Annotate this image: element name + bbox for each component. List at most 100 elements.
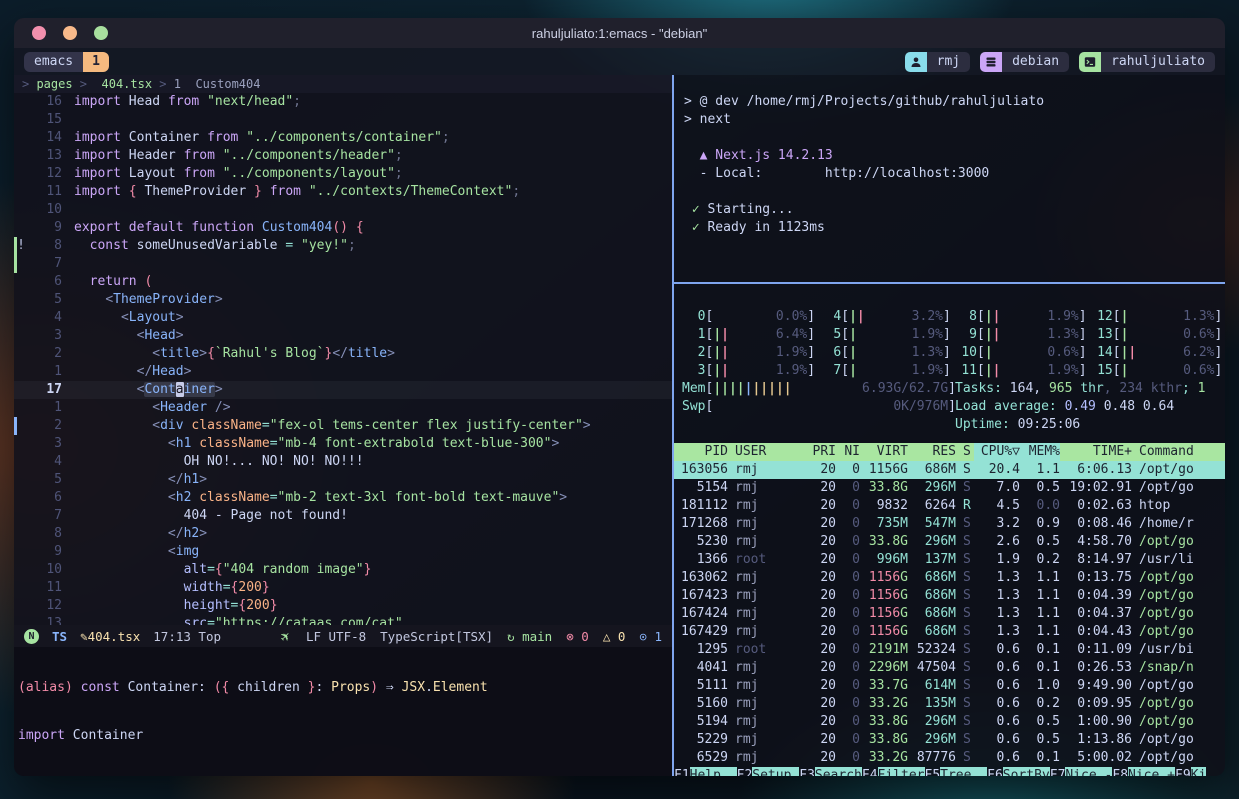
column-header[interactable]: PID: [674, 443, 728, 461]
code-line[interactable]: 5 <ThemeProvider>: [14, 291, 672, 309]
fkey-action-sortby[interactable]: SortBy: [1003, 767, 1050, 776]
process-table-header[interactable]: PIDUSERPRINIVIRTRESSCPU%▽MEM%TIME+Comman…: [674, 443, 1225, 461]
fkey-action-search[interactable]: Search: [815, 767, 862, 776]
text-segment: from: [184, 166, 215, 181]
text-segment: G: [900, 606, 908, 621]
code-line[interactable]: 12 height={200}: [14, 597, 672, 615]
text-segment: 0: [852, 660, 860, 675]
process-cell: 0.6: [974, 749, 1020, 767]
minimize-button[interactable]: [63, 26, 77, 40]
fkey-action-filter[interactable]: Filter: [878, 767, 925, 776]
code-line[interactable]: 14import Container from "../components/c…: [14, 129, 672, 147]
text-segment: [181, 77, 195, 91]
code-line[interactable]: 3 <Head>: [14, 327, 672, 345]
column-header[interactable]: USER: [728, 443, 806, 461]
code-line[interactable]: 9 <img: [14, 543, 672, 561]
text-segment: className: [199, 490, 269, 505]
close-button[interactable]: [32, 26, 46, 40]
code-line[interactable]: 17 <Container>: [14, 381, 672, 399]
process-row[interactable]: 6529rmj20033.2G87776S0.60.15:00.02/opt/g…: [674, 749, 1225, 767]
process-row[interactable]: 1295root2002191M52324S0.60.10:11.09/usr/…: [674, 641, 1225, 659]
line-number: 1: [28, 363, 62, 381]
fkey-action-setup[interactable]: Setup: [752, 767, 799, 776]
code-line[interactable]: !8 const someUnusedVariable = "yey!";: [14, 237, 672, 255]
fkey-action-nice-[interactable]: Nice +: [1128, 767, 1175, 776]
process-row[interactable]: 5229rmj20033.8G296MS0.60.51:13.86/opt/go: [674, 731, 1225, 749]
code-line[interactable]: 4 OH NO!... NO! NO! NO!!!: [14, 453, 672, 471]
code-line[interactable]: 6 return (: [14, 273, 672, 291]
column-header[interactable]: MEM%: [1020, 443, 1060, 461]
code-line[interactable]: 10 alt={"404 random image"}: [14, 561, 672, 579]
text-segment: 0.0: [1037, 498, 1060, 513]
process-row[interactable]: 167429rmj2001156G686MS1.31.10:04.43/opt/…: [674, 623, 1225, 641]
terminal-line: > next: [684, 111, 1225, 129]
code-line[interactable]: 3 <h1 className="mb-4 font-extrabold tex…: [14, 435, 672, 453]
column-header[interactable]: CPU%▽: [974, 443, 1020, 461]
code-line[interactable]: 2 <title>{`Rahul's Blog`}</title>: [14, 345, 672, 363]
process-row[interactable]: 4041rmj2002296M47504S0.60.10:26.53/snap/…: [674, 659, 1225, 677]
code-area[interactable]: 16import Head from "next/head";1514impor…: [14, 93, 672, 625]
code-line[interactable]: 1 </Head>: [14, 363, 672, 381]
process-row[interactable]: 5194rmj20033.8G296MS0.60.51:00.90/opt/go: [674, 713, 1225, 731]
code-line[interactable]: 7: [14, 255, 672, 273]
process-row[interactable]: 5160rmj20033.2G135MS0.60.20:09.95/opt/go: [674, 695, 1225, 713]
process-row[interactable]: 167424rmj2001156G686MS1.31.10:04.37/opt/…: [674, 605, 1225, 623]
code-line[interactable]: 4 <Layout>: [14, 309, 672, 327]
process-row[interactable]: 167423rmj2001156G686MS1.31.10:04.39/opt/…: [674, 587, 1225, 605]
process-row[interactable]: 181112rmj20098326264R4.50.00:02.63htop: [674, 497, 1225, 515]
code-line[interactable]: 10: [14, 201, 672, 219]
process-row-selected[interactable]: 163056rmj2001156G686MS20.41.16:06.13/opt…: [674, 461, 1225, 479]
code-line[interactable]: 8 </h2>: [14, 525, 672, 543]
text-segment: [74, 346, 152, 361]
process-cell: 296M: [908, 731, 956, 749]
code-line[interactable]: 11import { ThemeProvider } from "../cont…: [14, 183, 672, 201]
process-cell: 0.1: [1020, 749, 1060, 767]
process-cell: 5160: [674, 695, 728, 713]
code-line[interactable]: 12import Layout from "../components/layo…: [14, 165, 672, 183]
text-segment: [74, 490, 168, 505]
code-line[interactable]: 15: [14, 111, 672, 129]
text-segment: [: [1113, 363, 1121, 378]
tmux-window-tab[interactable]: emacs 1: [24, 52, 109, 72]
code-line[interactable]: 7 404 - Page not found!: [14, 507, 672, 525]
code-line[interactable]: 2 <div className="fex-ol tems-center fle…: [14, 417, 672, 435]
fkey-action-help[interactable]: Help: [690, 767, 737, 776]
process-row[interactable]: 5230rmj20033.8G296MS2.60.54:58.70/opt/go: [674, 533, 1225, 551]
process-row[interactable]: 163062rmj2001156G686MS1.31.10:13.75/opt/…: [674, 569, 1225, 587]
process-row[interactable]: 5111rmj20033.7G614MS0.61.09:49.90/opt/go: [674, 677, 1225, 695]
process-cell: 33.2G: [860, 749, 908, 767]
process-row[interactable]: 171268rmj200735M547MS3.20.90:08.46/home/…: [674, 515, 1225, 533]
process-cell: 0.1: [1020, 659, 1060, 677]
filetype: TypeScript[TSX]: [380, 629, 493, 644]
column-header[interactable]: TIME+: [1060, 443, 1132, 461]
process-row[interactable]: 5154rmj20033.8G296MS7.00.519:02.91/opt/g…: [674, 479, 1225, 497]
text-segment: /snap/n: [1139, 660, 1194, 675]
fkey-action-ki[interactable]: Ki: [1191, 767, 1207, 776]
code-line[interactable]: 5 </h1>: [14, 471, 672, 489]
column-header[interactable]: PRI: [806, 443, 836, 461]
git-change-bar: [14, 237, 17, 255]
column-header[interactable]: RES: [908, 443, 956, 461]
column-header[interactable]: Command: [1132, 443, 1225, 461]
code-line[interactable]: 11 width={200}: [14, 579, 672, 597]
fkey-action-nice-[interactable]: Nice -: [1065, 767, 1112, 776]
code-line[interactable]: 1 <Header />: [14, 399, 672, 417]
code-line[interactable]: 6 <h2 className="mb-2 text-3xl font-bold…: [14, 489, 672, 507]
column-header[interactable]: NI: [836, 443, 860, 461]
code-line[interactable]: 9export default function Custom404() {: [14, 219, 672, 237]
code-line[interactable]: 13 src="https://cataas.com/cat": [14, 615, 672, 625]
process-row[interactable]: 1366root200996M137MS1.90.28:14.97/usr/li: [674, 551, 1225, 569]
text-segment: }: [254, 184, 262, 199]
column-header[interactable]: VIRT: [860, 443, 908, 461]
text-segment: [684, 148, 700, 163]
text-segment: 547M: [925, 516, 956, 531]
column-header[interactable]: S: [956, 443, 974, 461]
text-segment: >: [176, 310, 184, 325]
code-line[interactable]: 13import Header from "../components/head…: [14, 147, 672, 165]
fkey-action-tree[interactable]: Tree: [940, 767, 987, 776]
process-cell: 2191M: [860, 641, 908, 659]
process-cell: S: [956, 677, 974, 695]
maximize-button[interactable]: [94, 26, 108, 40]
code-line[interactable]: 16import Head from "next/head";: [14, 93, 672, 111]
text-segment: 1.1: [1037, 606, 1060, 621]
